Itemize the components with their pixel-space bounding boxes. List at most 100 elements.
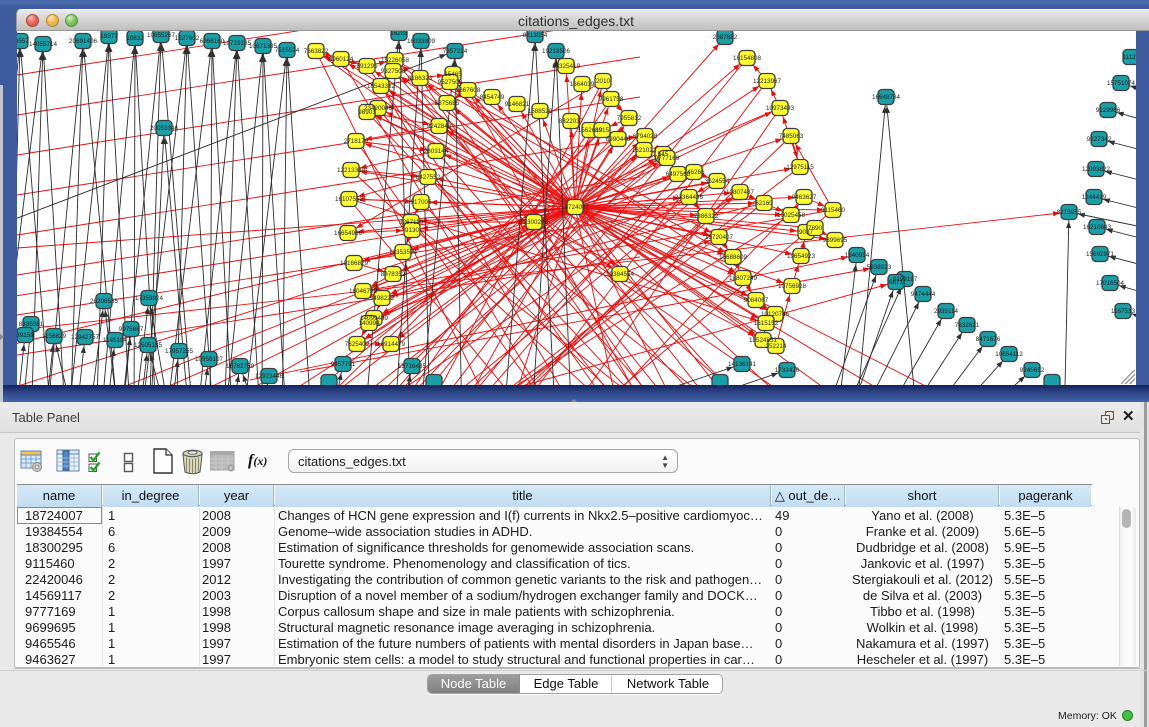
svg-text:10973493: 10973493 xyxy=(766,105,795,112)
svg-text:15692971: 15692971 xyxy=(1086,251,1115,258)
svg-text:8813054: 8813054 xyxy=(523,32,548,39)
svg-text:6871: 6871 xyxy=(889,279,904,286)
svg-text:5938923: 5938923 xyxy=(867,264,892,271)
svg-text:2935114: 2935114 xyxy=(934,308,959,315)
svg-text:7663822: 7663822 xyxy=(304,48,329,55)
svg-text:10671385: 10671385 xyxy=(249,43,278,50)
svg-text:16648784: 16648784 xyxy=(872,94,901,101)
svg-text:6794028: 6794028 xyxy=(633,133,658,140)
svg-text:9327503: 9327503 xyxy=(381,68,406,75)
svg-text:5875685: 5875685 xyxy=(435,100,460,107)
svg-text:16208: 16208 xyxy=(390,31,408,37)
svg-text:10688609: 10688609 xyxy=(719,254,748,261)
svg-text:9527508: 9527508 xyxy=(438,79,463,86)
svg-text:3624554: 3624554 xyxy=(705,178,730,185)
svg-text:8990448: 8990448 xyxy=(606,136,631,143)
svg-text:10958107: 10958107 xyxy=(195,356,224,363)
svg-text:15465: 15465 xyxy=(444,71,462,78)
svg-text:1244419: 1244419 xyxy=(1082,194,1107,201)
svg-text:8960124: 8960124 xyxy=(329,56,354,63)
svg-text:98901: 98901 xyxy=(358,109,376,116)
svg-text:5498222: 5498222 xyxy=(370,295,395,302)
svg-text:15226058: 15226058 xyxy=(381,57,410,64)
svg-text:11122: 11122 xyxy=(1123,54,1136,61)
svg-text:12923446: 12923446 xyxy=(255,373,284,380)
svg-text:9242848: 9242848 xyxy=(427,123,452,130)
svg-text:19384554: 19384554 xyxy=(606,271,635,278)
svg-text:1145194: 1145194 xyxy=(103,337,128,344)
svg-text:16914479: 16914479 xyxy=(377,341,406,348)
svg-text:9899695: 9899695 xyxy=(823,237,848,244)
svg-text:7386322: 7386322 xyxy=(694,213,719,220)
svg-text:8454749: 8454749 xyxy=(480,94,505,101)
svg-text:20557: 20557 xyxy=(17,38,29,45)
svg-text:9129966: 9129966 xyxy=(1096,107,1121,114)
svg-text:16543362: 16543362 xyxy=(367,83,396,90)
svg-text:62160: 62160 xyxy=(755,200,773,207)
svg-text:12942757: 12942757 xyxy=(71,334,100,341)
svg-text:7955812: 7955812 xyxy=(617,115,642,122)
svg-text:7515524: 7515524 xyxy=(275,47,300,54)
svg-text:17957255: 17957255 xyxy=(165,348,194,355)
svg-text:10120746: 10120746 xyxy=(761,311,790,318)
svg-text:10756928: 10756928 xyxy=(778,283,807,290)
svg-text:15751074: 15751074 xyxy=(1107,80,1136,87)
svg-text:1167533: 1167533 xyxy=(1111,308,1136,315)
svg-text:16107552: 16107552 xyxy=(335,196,364,203)
svg-text:1664039: 1664039 xyxy=(570,81,595,88)
svg-text:39159: 39159 xyxy=(17,332,34,339)
svg-text:16654966: 16654966 xyxy=(334,230,363,237)
svg-text:1640954: 1640954 xyxy=(845,252,870,259)
svg-text:12213389: 12213389 xyxy=(337,167,366,174)
svg-text:7632621: 7632621 xyxy=(955,322,980,329)
svg-text:7890: 7890 xyxy=(808,225,823,232)
svg-text:10632: 10632 xyxy=(126,35,144,42)
svg-text:20691406: 20691406 xyxy=(69,38,98,45)
svg-text:9457791: 9457791 xyxy=(331,361,356,368)
svg-text:7625402: 7625402 xyxy=(345,341,370,348)
svg-text:8335061: 8335061 xyxy=(19,321,44,328)
svg-text:7357224: 7357224 xyxy=(443,48,468,55)
svg-text:12975115: 12975115 xyxy=(786,164,814,171)
svg-text:12505135: 12505135 xyxy=(134,342,163,349)
svg-text:13325419: 13325419 xyxy=(552,63,581,70)
svg-text:17359924: 17359924 xyxy=(135,295,164,302)
svg-text:26206535: 26206535 xyxy=(90,298,119,305)
svg-text:16046798: 16046798 xyxy=(349,288,378,295)
svg-text:18300293: 18300293 xyxy=(520,219,549,226)
svg-text:16210643: 16210643 xyxy=(1083,224,1112,231)
svg-text:8915: 8915 xyxy=(595,127,610,134)
svg-text:9227342: 9227342 xyxy=(1087,136,1112,143)
svg-text:2718170: 2718170 xyxy=(344,138,369,145)
svg-text:1733426: 1733426 xyxy=(775,367,800,374)
svg-text:3267110: 3267110 xyxy=(399,219,424,226)
svg-text:20053346: 20053346 xyxy=(150,125,179,132)
svg-text:8215955: 8215955 xyxy=(1057,209,1082,216)
svg-text:16782759: 16782759 xyxy=(226,363,255,370)
svg-text:7485063: 7485063 xyxy=(779,133,804,140)
svg-text:917006: 917006 xyxy=(410,199,432,206)
svg-text:9084067: 9084067 xyxy=(744,297,769,304)
svg-text:9130: 9130 xyxy=(405,227,420,234)
svg-text:8186323: 8186323 xyxy=(408,75,433,82)
svg-text:9115460: 9115460 xyxy=(821,207,846,214)
svg-text:9463627: 9463627 xyxy=(792,194,817,201)
svg-text:15716485: 15716485 xyxy=(398,363,427,370)
svg-text:8322037: 8322037 xyxy=(559,118,584,125)
svg-text:2010: 2010 xyxy=(596,78,611,85)
svg-text:2803144: 2803144 xyxy=(424,148,449,155)
svg-text:19377: 19377 xyxy=(100,33,118,40)
svg-text:12353594: 12353594 xyxy=(389,249,418,256)
svg-text:1588520: 1588520 xyxy=(528,108,553,115)
svg-text:16154808: 16154808 xyxy=(733,55,762,62)
svg-text:252214: 252214 xyxy=(765,343,787,350)
svg-text:8471676: 8471676 xyxy=(976,336,1001,343)
svg-text:9146821: 9146821 xyxy=(505,101,530,108)
svg-text:14055714: 14055714 xyxy=(29,41,58,48)
svg-text:9975867: 9975867 xyxy=(119,326,144,333)
svg-text:10807487: 10807487 xyxy=(726,189,755,196)
svg-text:10025458: 10025458 xyxy=(777,212,806,219)
svg-text:8878352: 8878352 xyxy=(381,271,406,278)
svg-text:8427552: 8427552 xyxy=(416,174,441,181)
svg-text:18807249: 18807249 xyxy=(729,275,758,282)
